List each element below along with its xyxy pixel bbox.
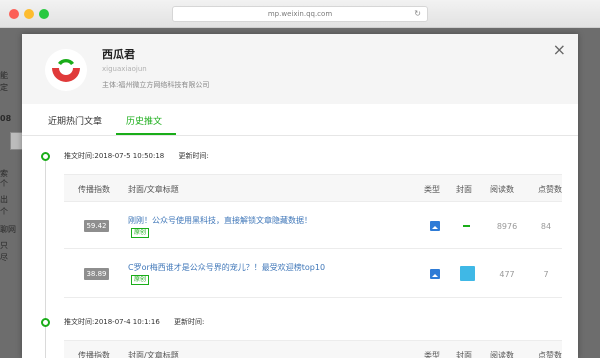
account-logo <box>45 49 87 91</box>
image-icon <box>430 221 440 231</box>
account-wechat-id: xiguaxiaojun <box>102 65 147 73</box>
push-time-row: 推文时间:2018-07-4 10:1:16 更新时间: <box>64 317 204 327</box>
table-row[interactable]: 59.42 刚刚！公众号使用黑科技，直接解锁文章隐藏数据！ 原创 8976 84 <box>64 203 562 249</box>
tab-bar: 近期热门文章 历史推文 <box>22 104 578 136</box>
timeline-line <box>45 152 46 358</box>
column-likes: 点赞数 <box>538 351 562 358</box>
like-count: 7 <box>543 270 549 279</box>
update-time-label: 更新时间: <box>178 152 209 160</box>
column-reads: 阅读数 <box>490 185 514 194</box>
tab-history[interactable]: 历史推文 <box>126 114 162 127</box>
column-reads: 阅读数 <box>490 351 514 358</box>
push-time-label: 推文时间: <box>64 152 95 160</box>
like-count: 84 <box>540 222 552 231</box>
bg-text: 只 <box>0 241 8 250</box>
article-title-link[interactable]: 刚刚！公众号使用黑科技，直接解锁文章隐藏数据！ 原创 <box>128 215 326 239</box>
push-time-label: 推文时间: <box>64 318 95 326</box>
column-type: 类型 <box>424 351 440 358</box>
column-cover-title: 封面/文章标题 <box>128 185 179 194</box>
original-badge: 原创 <box>131 274 150 285</box>
column-cover-title: 封面/文章标题 <box>128 351 179 358</box>
timeline-dot <box>41 318 50 327</box>
active-tab-indicator <box>116 133 176 135</box>
spread-index-badge: 59.42 <box>84 220 109 232</box>
spread-index-badge: 38.89 <box>84 268 109 280</box>
cover-placeholder <box>463 225 470 227</box>
push-time-value: 2018-07-5 10:50:18 <box>94 152 165 160</box>
bg-text: 能 <box>0 71 8 80</box>
zoom-window-button[interactable] <box>39 9 49 19</box>
browser-titlebar: mp.weixin.qq.com ↻ <box>0 0 600 28</box>
bg-text: 08 <box>0 114 12 123</box>
close-icon[interactable]: × <box>553 42 566 58</box>
read-count: 8976 <box>496 222 518 231</box>
cover-thumbnail[interactable] <box>460 266 475 281</box>
bg-text: 尽 <box>0 253 8 262</box>
bg-text: 个 <box>0 207 8 216</box>
read-count: 477 <box>499 270 515 279</box>
close-window-button[interactable] <box>9 9 19 19</box>
tab-recent-hot[interactable]: 近期热门文章 <box>48 114 102 127</box>
timeline-dot <box>41 152 50 161</box>
account-header: 西瓜君 xiguaxiaojun 主体:福州微立方网络科技有限公司 × <box>22 34 578 104</box>
reload-icon[interactable]: ↻ <box>414 7 421 21</box>
account-modal: 西瓜君 xiguaxiaojun 主体:福州微立方网络科技有限公司 × 近期热门… <box>22 34 578 358</box>
table-row[interactable]: 38.89 C罗or梅西谁才是公众号界的宠儿？！最受欢迎榜top10 原创 477… <box>64 250 562 298</box>
minimize-window-button[interactable] <box>24 9 34 19</box>
address-url: mp.weixin.qq.com <box>267 10 333 18</box>
image-icon <box>430 269 440 279</box>
column-spread: 传播指数 <box>78 185 110 194</box>
bg-text: 个 <box>0 179 8 188</box>
push-time-row: 推文时间:2018-07-5 10:50:18 更新时间: <box>64 151 209 161</box>
bg-text: 定 <box>0 83 8 92</box>
column-spread: 传播指数 <box>78 351 110 358</box>
bg-text: 聊网 <box>0 225 16 234</box>
browser-window: mp.weixin.qq.com ↻ 能 定 08 索 个 出 个 聊网 只 尽… <box>0 0 600 358</box>
bg-text: 出 <box>0 195 8 204</box>
column-type: 类型 <box>424 185 440 194</box>
article-title: 刚刚！公众号使用黑科技，直接解锁文章隐藏数据！ <box>128 216 312 225</box>
table-header: 传播指数 封面/文章标题 类型 封面 阅读数 点赞数 <box>64 340 562 358</box>
column-likes: 点赞数 <box>538 185 562 194</box>
article-title-link[interactable]: C罗or梅西谁才是公众号界的宠儿？！最受欢迎榜top10 原创 <box>128 262 326 286</box>
article-title: C罗or梅西谁才是公众号界的宠儿？！最受欢迎榜top10 <box>128 263 326 272</box>
table-header: 传播指数 封面/文章标题 类型 封面 阅读数 点赞数 <box>64 174 562 202</box>
original-badge: 原创 <box>131 227 150 238</box>
column-cover: 封面 <box>456 185 472 194</box>
column-cover: 封面 <box>456 351 472 358</box>
push-time-value: 2018-07-4 10:1:16 <box>94 318 160 326</box>
account-owner: 主体:福州微立方网络科技有限公司 <box>102 81 210 89</box>
update-time-label: 更新时间: <box>174 318 205 326</box>
account-name: 西瓜君 <box>102 48 135 61</box>
address-bar[interactable]: mp.weixin.qq.com ↻ <box>172 6 428 22</box>
